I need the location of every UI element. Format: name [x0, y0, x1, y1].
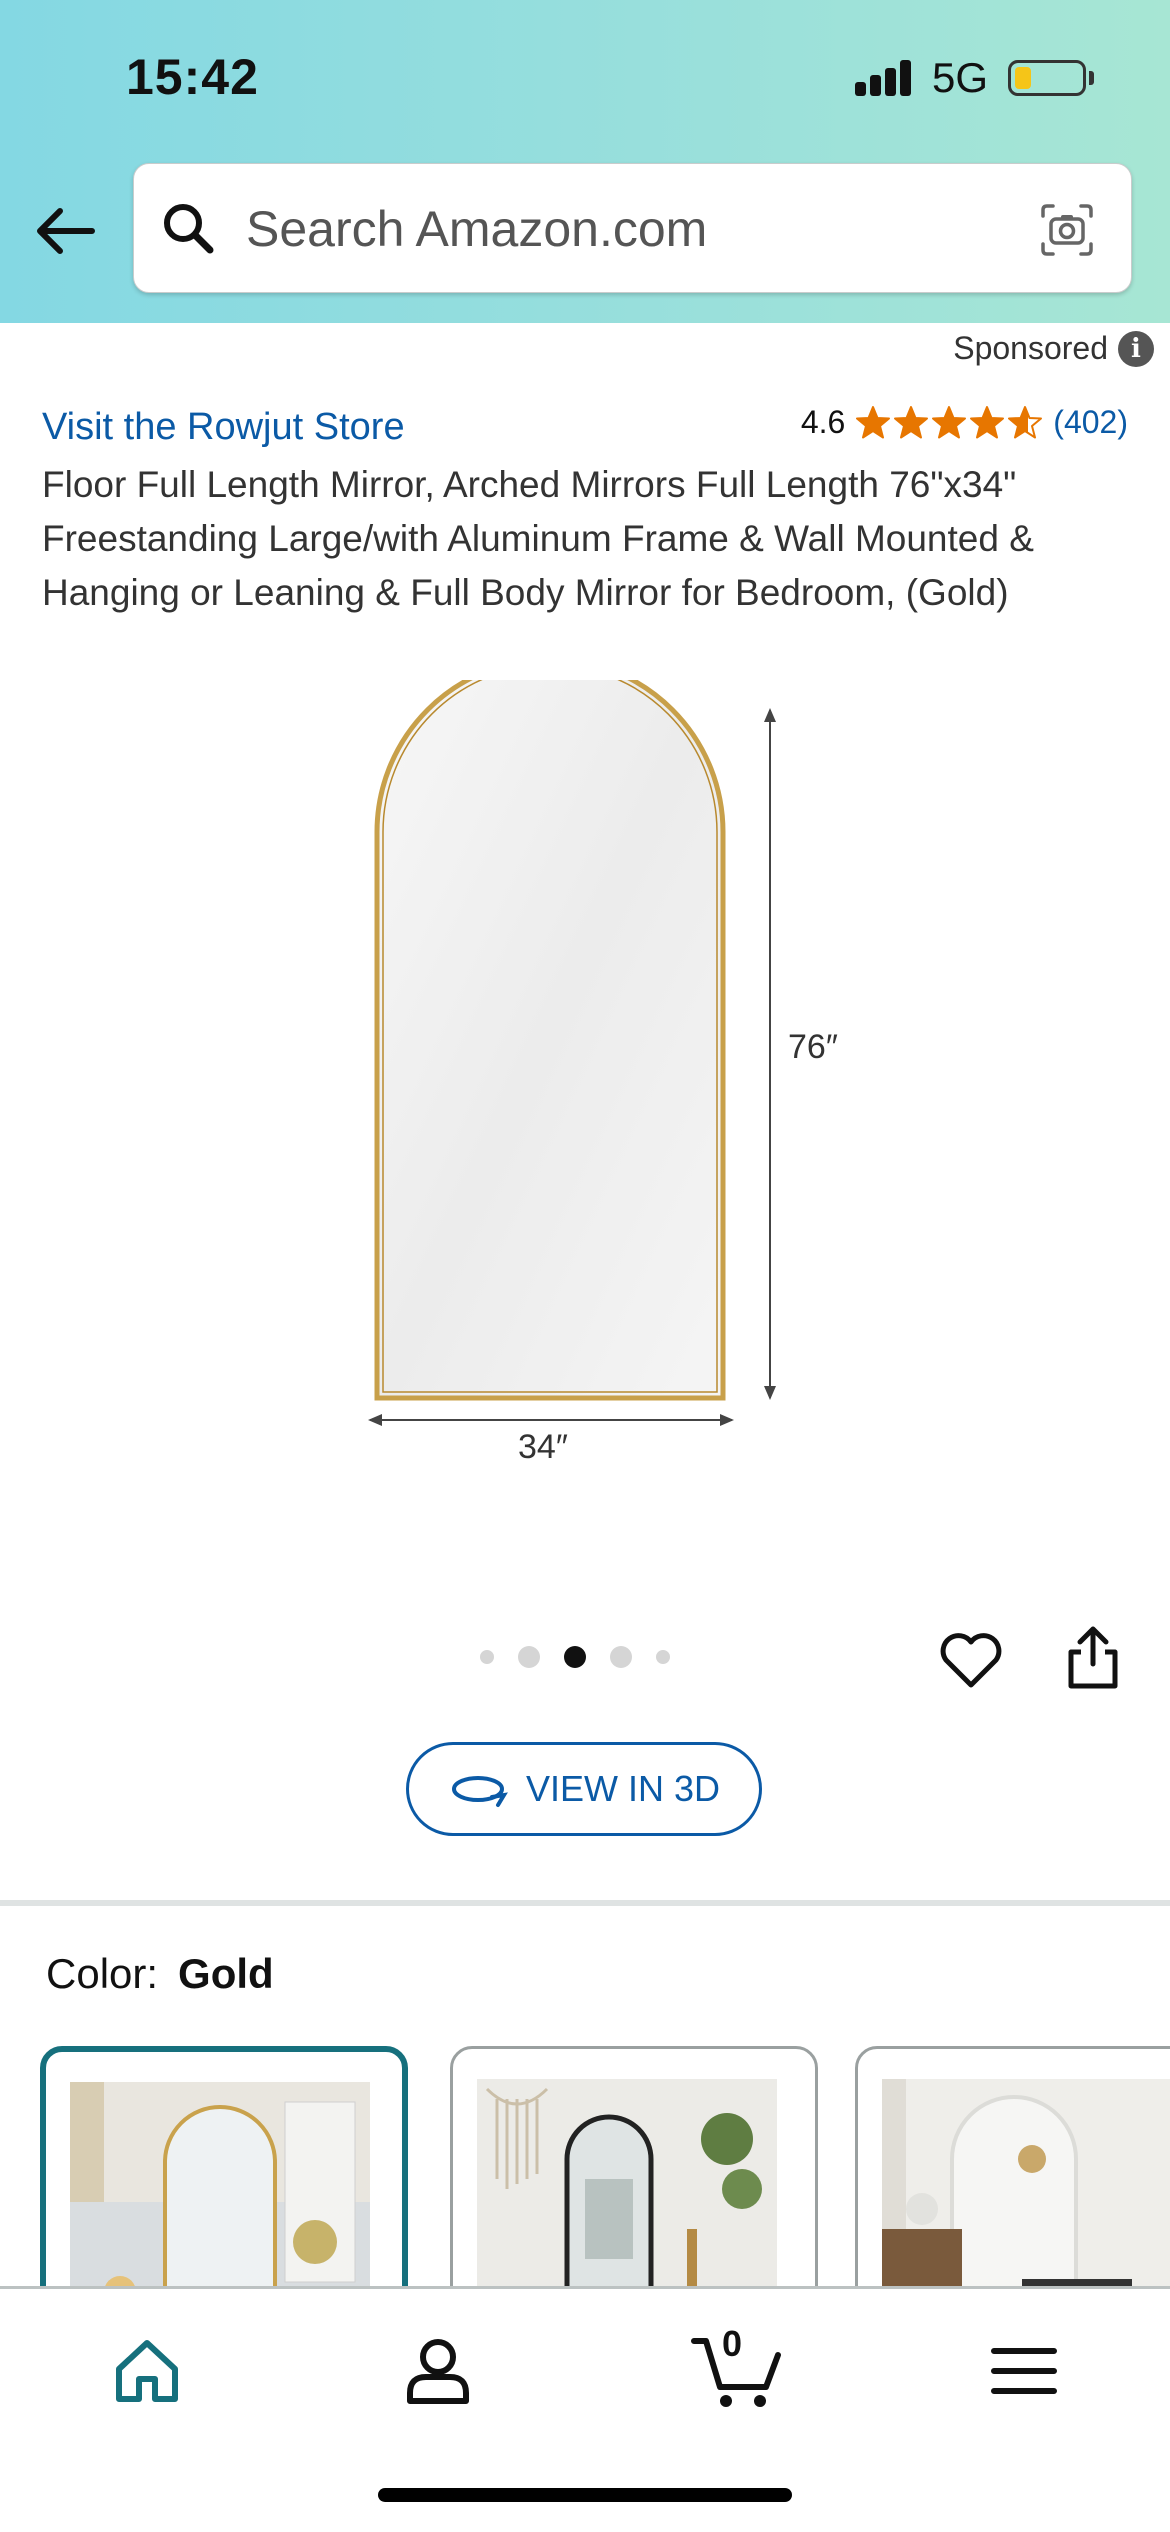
sponsored-label: Sponsored: [953, 330, 1108, 366]
swatch-image-white: [882, 2079, 1170, 2313]
carousel-dot[interactable]: [610, 1646, 632, 1668]
home-indicator: [378, 2488, 792, 2502]
rating-summary[interactable]: 4.6 (402): [801, 404, 1128, 441]
swatch-image-black: [477, 2079, 777, 2313]
star-icon: [1008, 405, 1043, 438]
cart-count: 0: [722, 2323, 743, 2364]
back-arrow-icon[interactable]: [30, 196, 100, 266]
status-time: 15:42: [126, 49, 259, 105]
color-selection: Color: Gold: [46, 1950, 274, 1998]
search-input[interactable]: [246, 194, 1026, 264]
color-value: Gold: [178, 1950, 274, 1997]
height-label: 76″: [788, 1028, 838, 1066]
home-icon[interactable]: [107, 2331, 187, 2411]
heart-icon[interactable]: [938, 1630, 1004, 1690]
star-rating: [855, 405, 1043, 441]
star-icon: [932, 405, 967, 438]
carousel-dots[interactable]: [480, 1646, 670, 1668]
color-swatch-gold[interactable]: [40, 2046, 408, 2316]
account-icon[interactable]: [398, 2331, 478, 2411]
sponsored-tag[interactable]: Sponsored i: [953, 330, 1154, 367]
search-icon[interactable]: [160, 200, 216, 256]
review-count[interactable]: (402): [1053, 404, 1128, 441]
width-label: 34″: [518, 1428, 568, 1466]
signal-strength-icon: [855, 60, 913, 96]
rotate-3d-icon: [451, 1776, 508, 1807]
color-swatch-white[interactable]: [855, 2046, 1170, 2316]
color-label: Color:: [46, 1950, 159, 1997]
carousel-dot[interactable]: [480, 1650, 494, 1664]
camera-search-icon[interactable]: [1037, 200, 1097, 260]
info-icon[interactable]: i: [1118, 330, 1154, 367]
battery-icon: [1008, 60, 1086, 96]
swatch-image-gold: [70, 2082, 370, 2310]
carousel-dot[interactable]: [518, 1646, 540, 1668]
view-in-3d-button[interactable]: VIEW IN 3D: [406, 1742, 762, 1836]
star-icon: [970, 405, 1005, 438]
star-icon: [894, 405, 929, 438]
rating-value: 4.6: [800, 404, 846, 440]
menu-icon[interactable]: [984, 2331, 1064, 2411]
cart-button[interactable]: 0: [690, 2323, 786, 2411]
network-label: 5G: [932, 54, 989, 101]
color-swatch-black[interactable]: [450, 2046, 818, 2316]
battery-cap: [1089, 71, 1094, 85]
star-icon: [856, 405, 891, 438]
store-link[interactable]: Visit the Rowjut Store: [42, 406, 405, 449]
carousel-dot[interactable]: [656, 1650, 670, 1664]
share-icon[interactable]: [1063, 1624, 1123, 1692]
section-divider: [0, 1900, 1170, 1906]
carousel-dot[interactable]: [564, 1646, 586, 1668]
view-in-3d-label: VIEW IN 3D: [525, 1768, 721, 1809]
search-bar[interactable]: [133, 163, 1132, 293]
product-title: Floor Full Length Mirror, Arched Mirrors…: [42, 464, 1034, 613]
product-image[interactable]: 76″ 34″: [340, 680, 880, 1480]
top-header: 15:42 5G: [0, 0, 1170, 323]
